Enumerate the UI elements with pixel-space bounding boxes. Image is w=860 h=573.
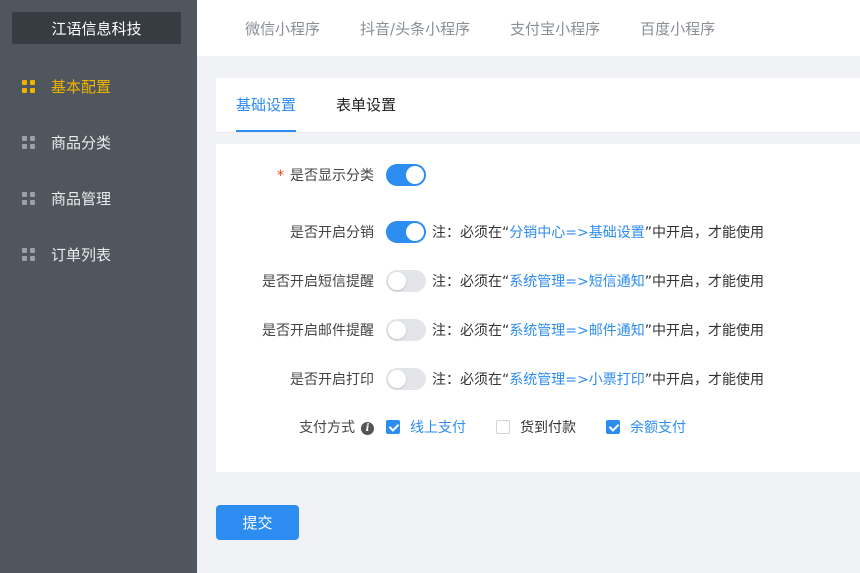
checkbox[interactable] <box>496 420 510 434</box>
grid-icon <box>22 191 35 205</box>
field-label: 是否开启分销 <box>290 225 374 241</box>
payment-option-online[interactable]: 线上支付 <box>386 417 466 437</box>
distribution-settings-link[interactable]: 分销中心=>基础设置 <box>509 225 644 241</box>
grid-icon <box>22 247 35 261</box>
print-note: 注：必须在“系统管理=>小票打印”中开启，才能使用 <box>432 372 764 388</box>
sidebar-item-product-management[interactable]: 商品管理 <box>0 170 197 226</box>
brand-logo: 江语信息科技 <box>12 12 181 44</box>
sms-settings-link[interactable]: 系统管理=>短信通知 <box>509 274 644 290</box>
row-email: 是否开启邮件提醒 注：必须在“系统管理=>邮件通知”中开启，才能使用 <box>216 319 860 341</box>
distribution-toggle[interactable] <box>386 221 426 243</box>
sidebar-menu: 基本配置 商品分类 商品管理 订单列表 <box>0 58 197 282</box>
sidebar-item-label: 基本配置 <box>51 77 112 96</box>
field-label: 支付方式 i <box>216 417 374 437</box>
row-distribution: 是否开启分销 注：必须在“分销中心=>基础设置”中开启，才能使用 <box>216 221 860 243</box>
settings-tabs: 基础设置 表单设置 <box>216 78 860 133</box>
field-label: 是否开启邮件提醒 <box>262 323 374 339</box>
field-label: 是否开启打印 <box>290 372 374 388</box>
sidebar: 江语信息科技 基本配置 商品分类 商品管理 订单列表 <box>0 0 197 573</box>
row-sms: 是否开启短信提醒 注：必须在“系统管理=>短信通知”中开启，才能使用 <box>216 270 860 292</box>
grid-icon <box>22 135 35 149</box>
distribution-note: 注：必须在“分销中心=>基础设置”中开启，才能使用 <box>432 225 764 241</box>
sidebar-item-basic-config[interactable]: 基本配置 <box>0 58 197 114</box>
sidebar-item-product-category[interactable]: 商品分类 <box>0 114 197 170</box>
field-label: * 是否显示分类 <box>277 168 374 184</box>
email-note: 注：必须在“系统管理=>邮件通知”中开启，才能使用 <box>432 323 764 339</box>
info-icon[interactable]: i <box>361 421 374 435</box>
show-category-toggle[interactable] <box>386 164 426 186</box>
topnav-alipay[interactable]: 支付宝小程序 <box>510 18 600 39</box>
sms-note: 注：必须在“系统管理=>短信通知”中开启，才能使用 <box>432 274 764 290</box>
submit-button[interactable]: 提交 <box>216 505 299 540</box>
sms-toggle[interactable] <box>386 270 426 292</box>
field-label: 是否开启短信提醒 <box>262 274 374 290</box>
sidebar-item-label: 订单列表 <box>51 245 112 264</box>
row-print: 是否开启打印 注：必须在“系统管理=>小票打印”中开启，才能使用 <box>216 368 860 390</box>
tab-basic-settings[interactable]: 基础设置 <box>236 78 297 132</box>
sidebar-item-label: 商品分类 <box>51 133 112 152</box>
sidebar-item-order-list[interactable]: 订单列表 <box>0 226 197 282</box>
tab-form-settings[interactable]: 表单设置 <box>336 78 396 132</box>
print-settings-link[interactable]: 系统管理=>小票打印 <box>509 372 644 388</box>
email-toggle[interactable] <box>386 319 426 341</box>
email-settings-link[interactable]: 系统管理=>邮件通知 <box>509 323 644 339</box>
settings-form: * 是否显示分类 是否开启分销 注：必须在“分销中心=>基础设置”中开启，才能使用… <box>216 144 860 472</box>
topnav-baidu[interactable]: 百度小程序 <box>640 18 715 39</box>
required-mark: * <box>277 168 284 184</box>
grid-icon <box>22 79 35 93</box>
topnav-wechat[interactable]: 微信小程序 <box>245 18 320 39</box>
checkbox[interactable] <box>606 420 620 434</box>
topnav-douyin[interactable]: 抖音/头条小程序 <box>360 18 470 39</box>
payment-option-balance[interactable]: 余额支付 <box>606 417 686 437</box>
checkbox[interactable] <box>386 420 400 434</box>
print-toggle[interactable] <box>386 368 426 390</box>
sidebar-item-label: 商品管理 <box>51 189 112 208</box>
row-show-category: * 是否显示分类 <box>216 164 860 186</box>
row-payment: 支付方式 i 线上支付 货到付款 余额支付 <box>216 416 860 438</box>
payment-option-cod[interactable]: 货到付款 <box>496 417 576 437</box>
top-nav: 微信小程序 抖音/头条小程序 支付宝小程序 百度小程序 <box>197 0 860 56</box>
